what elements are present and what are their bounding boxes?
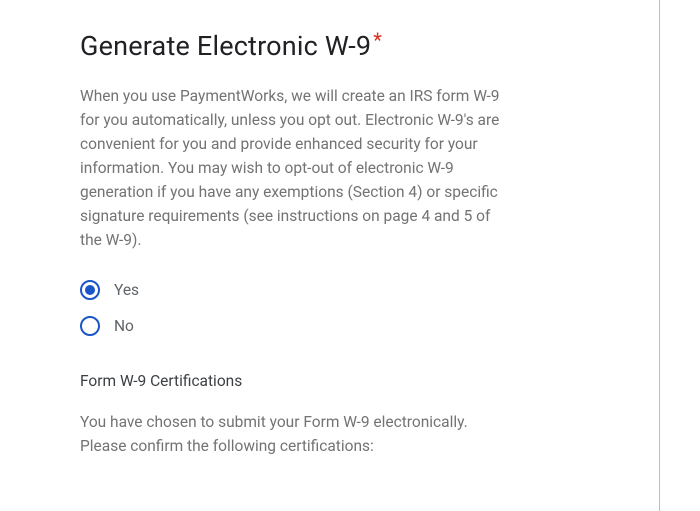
certifications-heading: Form W-9 Certifications [80, 372, 540, 390]
radio-icon-selected [80, 280, 100, 300]
page-title: Generate Electronic W-9* [80, 30, 540, 62]
radio-icon-unselected [80, 316, 100, 336]
required-asterisk: * [373, 28, 382, 52]
radio-label-yes: Yes [114, 281, 139, 299]
radio-option-no[interactable]: No [80, 316, 540, 336]
title-text: Generate Electronic W-9 [80, 30, 371, 62]
radio-option-yes[interactable]: Yes [80, 280, 540, 300]
radio-label-no: No [114, 317, 134, 335]
certifications-intro: You have chosen to submit your Form W-9 … [80, 410, 510, 458]
section-description: When you use PaymentWorks, we will creat… [80, 84, 510, 252]
form-section: Generate Electronic W-9* When you use Pa… [0, 0, 620, 458]
radio-dot-icon [85, 285, 95, 295]
vertical-divider [659, 0, 660, 511]
ew9-radio-group: Yes No [80, 280, 540, 336]
